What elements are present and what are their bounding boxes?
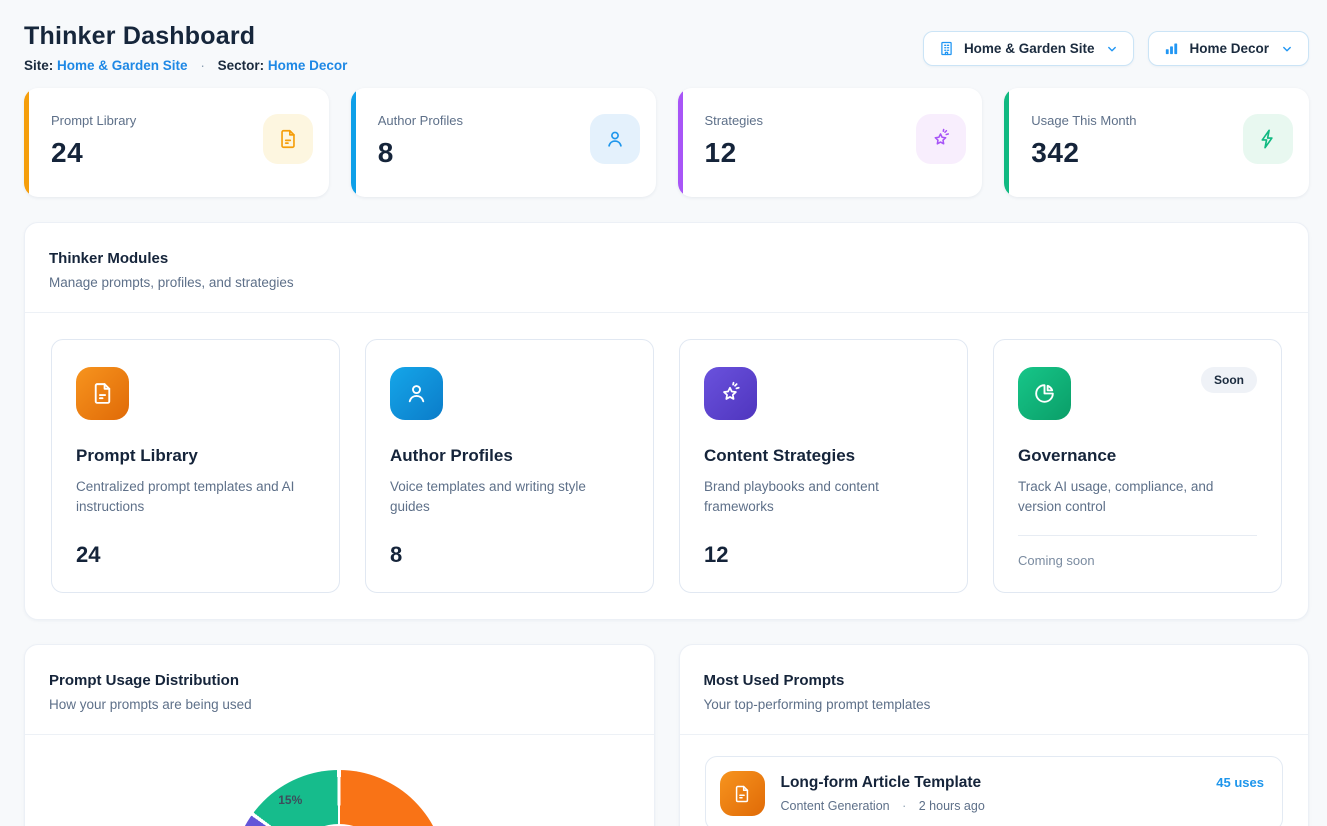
prompt-uses-badge: 45 uses <box>1216 775 1264 790</box>
site-selector-label: Home & Garden Site <box>964 41 1095 56</box>
coming-soon-text: Coming soon <box>1018 553 1257 568</box>
sparkle-star-icon <box>916 114 966 164</box>
sector-link[interactable]: Home Decor <box>268 58 348 73</box>
site-selector-dropdown[interactable]: Home & Garden Site <box>923 31 1135 66</box>
module-head <box>704 367 943 420</box>
sparkle-star-icon <box>704 367 757 420</box>
stat-value: 8 <box>378 137 463 169</box>
bottom-row: Prompt Usage Distribution How your promp… <box>24 644 1309 826</box>
module-head: Soon <box>1018 367 1257 420</box>
module-description: Centralized prompt templates and AI inst… <box>76 477 311 518</box>
prompt-time: 2 hours ago <box>919 799 985 813</box>
module-head <box>76 367 315 420</box>
divider <box>1018 535 1257 536</box>
module-count: 12 <box>704 542 943 568</box>
module-card-governance[interactable]: Soon Governance Track AI usage, complian… <box>993 339 1282 593</box>
prompt-list-item[interactable]: Long-form Article Template Content Gener… <box>705 756 1284 826</box>
modules-panel-header: Thinker Modules Manage prompts, profiles… <box>25 223 1308 312</box>
module-title: Prompt Library <box>76 446 315 466</box>
sector-selector-label: Home Decor <box>1189 41 1269 56</box>
user-icon <box>590 114 640 164</box>
prompt-title: Long-form Article Template <box>781 774 1201 792</box>
document-icon <box>76 367 129 420</box>
site-label: Site: <box>24 58 53 73</box>
stat-text: Prompt Library 24 <box>51 113 136 197</box>
stat-label: Author Profiles <box>378 113 463 128</box>
prompts-card-title: Most Used Prompts <box>704 672 1285 689</box>
building-icon <box>938 40 955 57</box>
stat-card-prompt-library: Prompt Library 24 <box>24 88 329 197</box>
usage-card-title: Prompt Usage Distribution <box>49 672 630 689</box>
usage-card-subtitle: How your prompts are being used <box>49 697 630 712</box>
document-icon <box>720 771 765 816</box>
stat-value: 342 <box>1031 137 1136 169</box>
module-card-prompt-library[interactable]: Prompt Library Centralized prompt templa… <box>51 339 340 593</box>
modules-title: Thinker Modules <box>49 250 1284 267</box>
document-icon <box>263 114 313 164</box>
chevron-down-icon <box>1280 42 1294 56</box>
soon-badge: Soon <box>1201 367 1257 393</box>
stat-text: Strategies 12 <box>705 113 764 197</box>
stat-label: Usage This Month <box>1031 113 1136 128</box>
page-title: Thinker Dashboard <box>24 22 347 51</box>
breadcrumb: Site: Home & Garden Site · Sector: Home … <box>24 58 347 73</box>
header: Thinker Dashboard Site: Home & Garden Si… <box>24 22 1309 73</box>
module-card-content-strategies[interactable]: Content Strategies Brand playbooks and c… <box>679 339 968 593</box>
donut-slice-label: 15% <box>278 793 302 807</box>
breadcrumb-separator: · <box>200 58 205 73</box>
chevron-down-icon <box>1105 42 1119 56</box>
donut-chart-area: 15% <box>25 735 654 826</box>
prompts-card-subtitle: Your top-performing prompt templates <box>704 697 1285 712</box>
stat-card-usage: Usage This Month 342 <box>1004 88 1309 197</box>
sector-selector-dropdown[interactable]: Home Decor <box>1148 31 1309 66</box>
stat-label: Strategies <box>705 113 764 128</box>
module-title: Content Strategies <box>704 446 943 466</box>
bar-chart-icon <box>1163 40 1180 57</box>
stat-label: Prompt Library <box>51 113 136 128</box>
sector-label: Sector: <box>218 58 265 73</box>
modules-grid: Prompt Library Centralized prompt templa… <box>25 313 1308 619</box>
module-title: Governance <box>1018 446 1257 466</box>
module-card-author-profiles[interactable]: Author Profiles Voice templates and writ… <box>365 339 654 593</box>
stats-row: Prompt Library 24 Author Profiles 8 Stra… <box>24 88 1309 197</box>
header-selectors: Home & Garden Site Home Decor <box>923 31 1309 66</box>
usage-card-header: Prompt Usage Distribution How your promp… <box>25 645 654 734</box>
usage-distribution-card: Prompt Usage Distribution How your promp… <box>24 644 655 826</box>
modules-panel: Thinker Modules Manage prompts, profiles… <box>24 222 1309 620</box>
user-icon <box>390 367 443 420</box>
pie-chart-icon <box>1018 367 1071 420</box>
lightning-icon <box>1243 114 1293 164</box>
prompts-card-header: Most Used Prompts Your top-performing pr… <box>680 645 1309 734</box>
module-description: Track AI usage, compliance, and version … <box>1018 477 1253 518</box>
prompt-category: Content Generation <box>781 799 890 813</box>
prompt-info: Long-form Article Template Content Gener… <box>781 774 1201 813</box>
stat-card-author-profiles: Author Profiles 8 <box>351 88 656 197</box>
stat-card-strategies: Strategies 12 <box>678 88 983 197</box>
module-description: Voice templates and writing style guides <box>390 477 625 518</box>
module-title: Author Profiles <box>390 446 629 466</box>
module-count: 24 <box>76 542 315 568</box>
modules-subtitle: Manage prompts, profiles, and strategies <box>49 275 1284 290</box>
header-left: Thinker Dashboard Site: Home & Garden Si… <box>24 22 347 73</box>
module-count: 8 <box>390 542 629 568</box>
module-description: Brand playbooks and content frameworks <box>704 477 939 518</box>
stat-text: Usage This Month 342 <box>1031 113 1136 197</box>
prompt-list: Long-form Article Template Content Gener… <box>680 735 1309 826</box>
prompt-meta: Content Generation · 2 hours ago <box>781 799 1201 813</box>
most-used-prompts-card: Most Used Prompts Your top-performing pr… <box>679 644 1310 826</box>
dashboard-page: Thinker Dashboard Site: Home & Garden Si… <box>0 0 1327 826</box>
stat-value: 24 <box>51 137 136 169</box>
donut-chart: 15% <box>232 770 446 826</box>
meta-separator: · <box>902 799 906 813</box>
stat-text: Author Profiles 8 <box>378 113 463 197</box>
module-head <box>390 367 629 420</box>
site-link[interactable]: Home & Garden Site <box>57 58 188 73</box>
stat-value: 12 <box>705 137 764 169</box>
